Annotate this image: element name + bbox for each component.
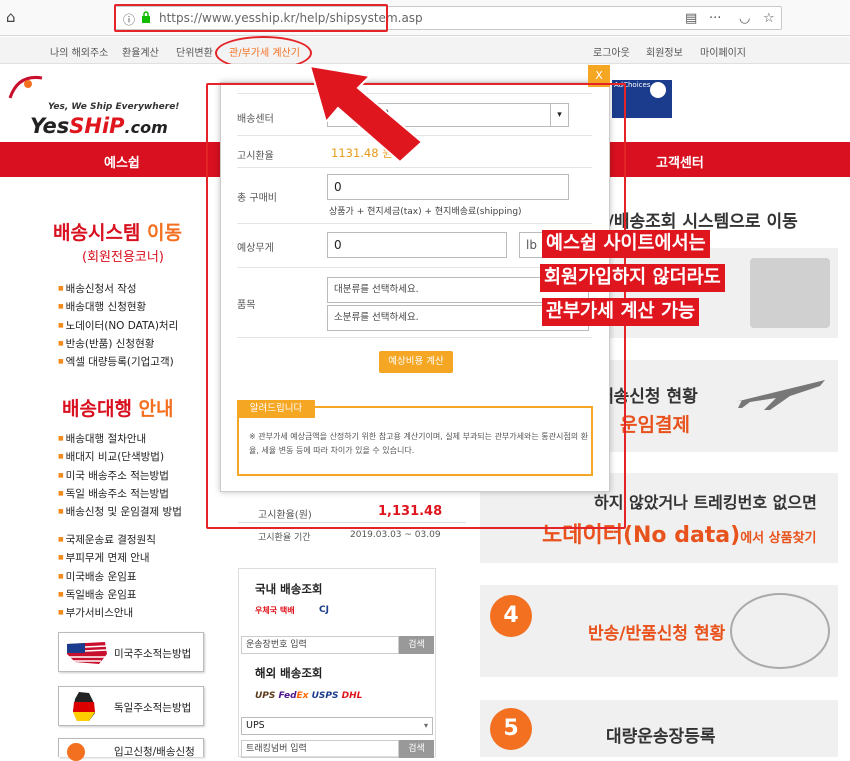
rate-period-value: 2019.03.03 ~ 03.09	[350, 530, 441, 540]
list-item[interactable]: 독일 배송주소 적는방법	[58, 485, 182, 503]
usa-map-icon	[67, 642, 108, 664]
section1-subtitle: (회원전용코너)	[82, 250, 164, 265]
list-item[interactable]: 배송대행 신청현황	[58, 298, 178, 316]
carrier-logos: UPS FedEx USPS DHL	[255, 691, 363, 701]
step-4-badge: 4	[490, 595, 532, 637]
list-item[interactable]: 엑셀 대량등록(기업고객)	[58, 353, 178, 371]
cj-logo: CJ	[319, 605, 329, 615]
banner-cs-title[interactable]: 고객센터	[656, 152, 704, 171]
us-address-guide-button[interactable]: 미국주소적는방법	[58, 632, 204, 672]
pencil-icon	[67, 743, 85, 761]
logo-swoosh-icon	[8, 75, 43, 99]
url-annotation-box	[114, 4, 388, 32]
logo-slogan: Yes, We Ship Everywhere!	[48, 102, 180, 112]
list-item[interactable]: 미국배송 운임표	[58, 568, 156, 586]
inbound-shipping-request-button[interactable]: 입고신청/배송신청	[58, 738, 204, 761]
germany-map-icon	[73, 692, 95, 721]
foreign-search-button[interactable]: 검색	[399, 740, 434, 758]
nav-unit-convert[interactable]: 단위변환	[176, 44, 213, 59]
callout-line-1: 예스쉽 사이트에서는	[542, 230, 710, 258]
list-item[interactable]: 반송(반품) 신청현황	[58, 335, 178, 353]
callout-line-3: 관부가세 계산 가능	[542, 298, 700, 326]
carrier-select[interactable]: UPS ▾	[241, 717, 433, 735]
section2-title: 배송대행 안내	[62, 398, 174, 420]
bookmark-star-icon[interactable]: ☆	[763, 11, 775, 26]
epost-logo: 우체국 택배	[255, 606, 295, 615]
logo-wordmark[interactable]: YesSHiP.com	[30, 114, 168, 138]
rate-period-label: 고시환율 기간	[258, 533, 311, 543]
list-item[interactable]: 배송대행 절차안내	[58, 430, 182, 448]
step-5-badge: 5	[490, 708, 532, 750]
nav-my-address[interactable]: 나의 해외주소	[50, 44, 108, 59]
section1-list: 배송신청서 작성 배송대행 신청현황 노데이터(NO DATA)처리 반송(반품…	[58, 280, 179, 371]
chevron-down-icon: ▾	[423, 721, 428, 730]
domestic-tracking-title: 국내 배송조회	[255, 582, 323, 596]
section2-list: 배송대행 절차안내 배대지 비교(단색방법) 미국 배송주소 적는방법 독일 배…	[58, 430, 182, 521]
list-item[interactable]: 국제운송료 결정원칙	[58, 531, 156, 549]
banner-yesship-title[interactable]: 예스쉽	[104, 152, 140, 171]
list-item[interactable]: 배송신청서 작성	[58, 280, 178, 298]
callout-line-2: 회원가입하지 않더라도	[540, 264, 725, 292]
reader-view-icon[interactable]: ▤	[685, 11, 697, 26]
more-actions-icon[interactable]: ···	[709, 11, 721, 26]
list-item[interactable]: 노데이터(NO DATA)처리	[58, 317, 179, 335]
tracking-number-input[interactable]: 트래킹넘버 입력	[241, 740, 399, 758]
list-item[interactable]: 독일배송 운임표	[58, 586, 156, 604]
foreign-tracking-title: 해외 배송조회	[255, 666, 323, 680]
home-icon[interactable]: ⌂	[6, 9, 22, 25]
red-arrow-icon	[308, 64, 424, 164]
nav-exchange-rate[interactable]: 환율계산	[122, 44, 159, 59]
nav-mypage[interactable]: 마이페이지	[700, 44, 746, 59]
annotation-callout: 예스쉽 사이트에서는 회원가입하지 않더라도 관부가세 계산 가능	[540, 230, 740, 342]
right-panel-4[interactable]: 4 반송/반품신청 현황	[480, 585, 838, 677]
list-item[interactable]: 부가서비스안내	[58, 604, 156, 622]
magnifier-icon	[730, 593, 830, 669]
shopping-bag-image	[750, 258, 830, 328]
domestic-tracking-input[interactable]: 운송장번호 입력	[241, 636, 399, 654]
nav-logout[interactable]: 로그아웃	[593, 44, 630, 59]
section1-title: 배송시스템 이동	[53, 222, 182, 244]
nav-member-info[interactable]: 회원정보	[646, 44, 683, 59]
tracking-panel: 국내 배송조회 우체국 택배 CJ 운송장번호 입력 검색 해외 배송조회 UP…	[238, 568, 436, 758]
pocket-icon[interactable]: ◡	[739, 11, 750, 26]
list-item[interactable]: 배송신청 및 운임결제 방법	[58, 503, 182, 521]
section3-list: 국제운송료 결정원칙 부피무게 면제 안내 미국배송 운임표 독일배송 운임표 …	[58, 531, 156, 622]
list-item[interactable]: 부피무게 면제 안내	[58, 549, 156, 567]
list-item[interactable]: 배대지 비교(단색방법)	[58, 448, 182, 466]
de-address-guide-button[interactable]: 독일주소적는방법	[58, 686, 204, 726]
airplane-icon	[735, 380, 825, 410]
domestic-search-button[interactable]: 검색	[399, 636, 434, 654]
list-item[interactable]: 미국 배송주소 적는방법	[58, 467, 182, 485]
right-panel-5[interactable]: 5 대량운송장등록	[480, 700, 838, 757]
ad-logo-icon	[650, 82, 666, 98]
